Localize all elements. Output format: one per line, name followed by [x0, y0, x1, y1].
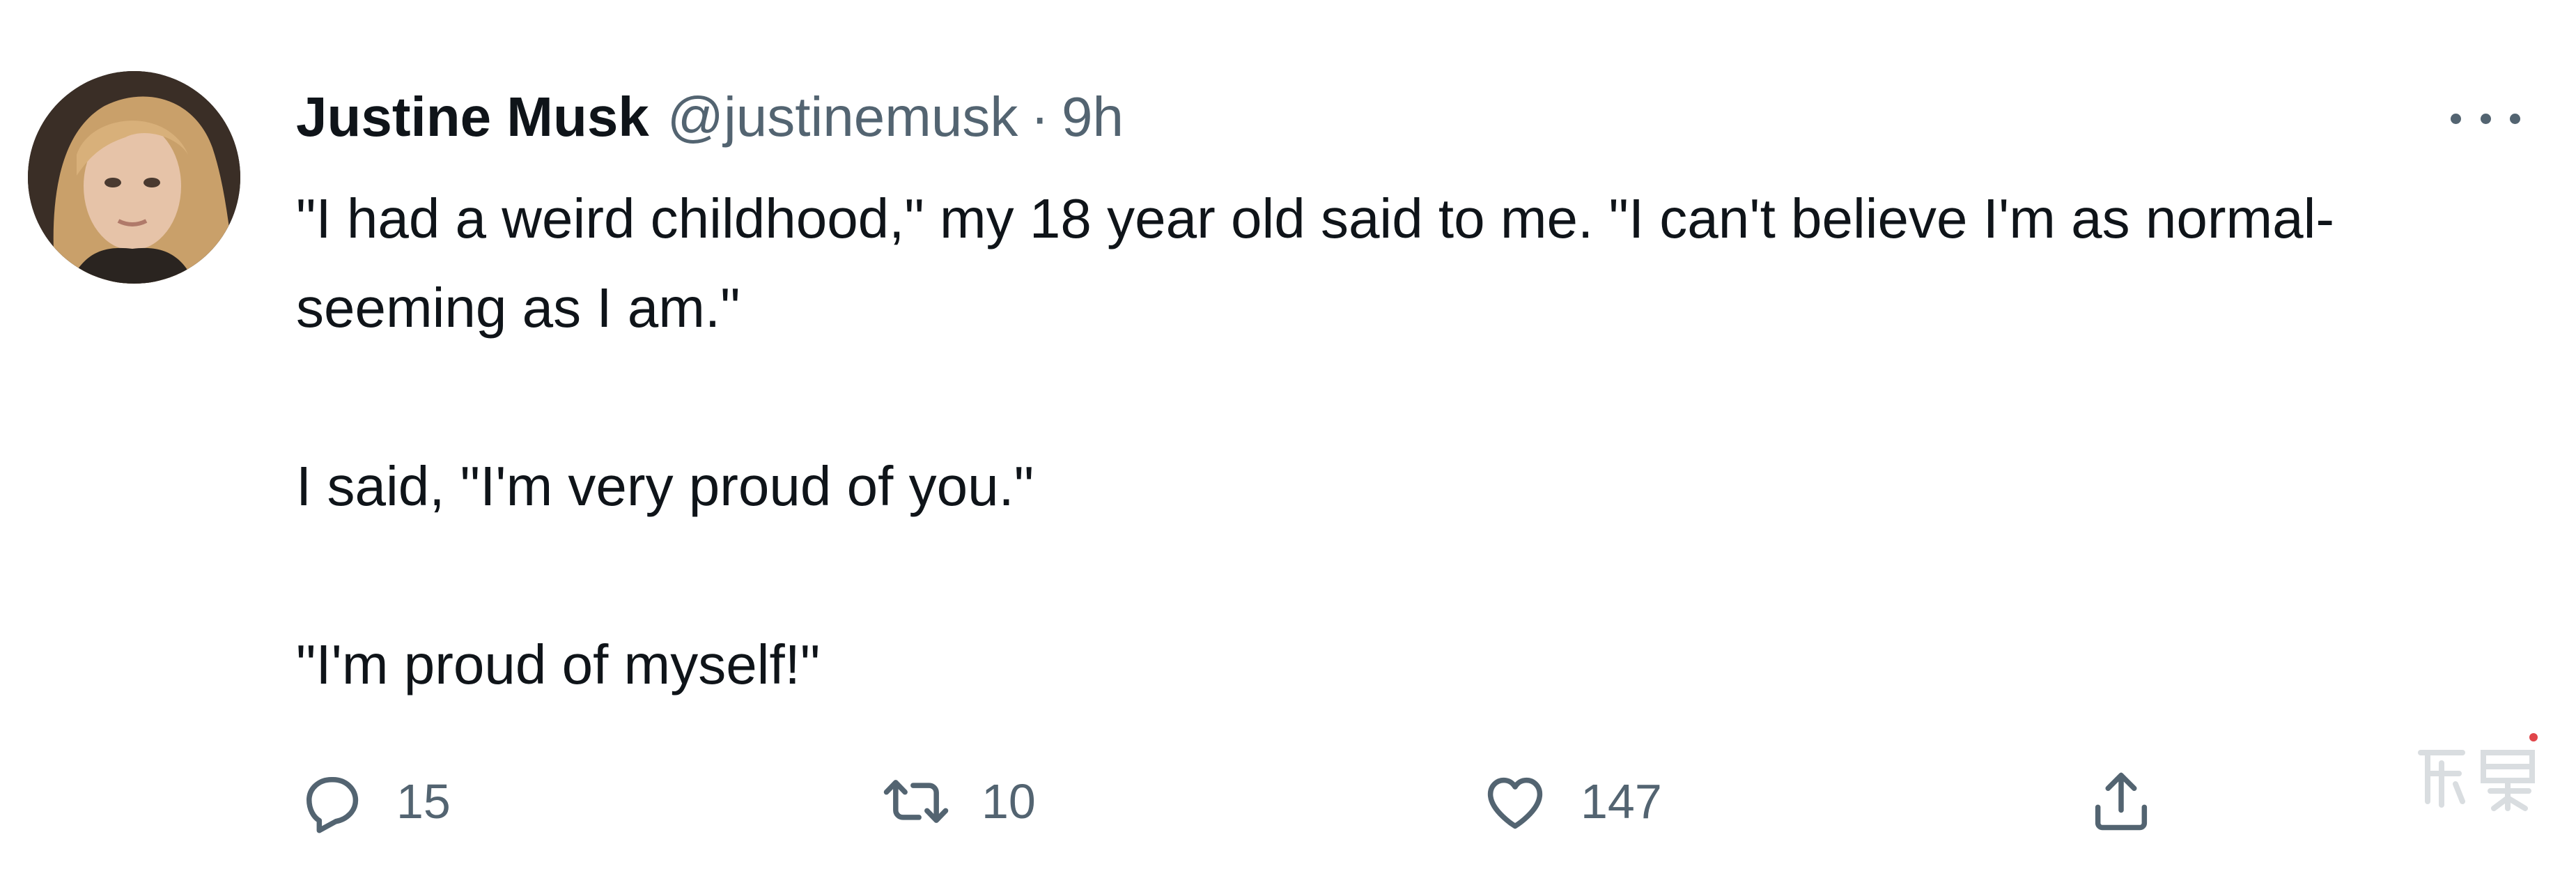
like-button[interactable]: 147	[1480, 760, 1662, 843]
reply-button[interactable]: 15	[296, 760, 451, 843]
retweet-count: 10	[981, 774, 1036, 829]
reply-icon	[296, 767, 366, 836]
tweet-paragraph-3: "I'm proud of myself!"	[296, 633, 821, 695]
more-dot	[2510, 113, 2520, 124]
tweet-header: Justine Musk @justinemusk · 9h	[296, 75, 1124, 159]
tweet-actions: 15 10 147	[0, 760, 2576, 843]
like-count: 147	[1581, 774, 1662, 829]
tweet-paragraph-2: I said, "I'm very proud of you."	[296, 455, 1034, 517]
share-button[interactable]	[2086, 760, 2156, 843]
avatar[interactable]	[28, 71, 240, 284]
tweet-timestamp[interactable]: 9h	[1062, 75, 1124, 159]
heart-icon	[1480, 767, 1550, 836]
share-icon	[2086, 767, 2156, 836]
author-display-name[interactable]: Justine Musk	[296, 75, 649, 159]
more-dot	[2480, 113, 2491, 124]
tweet-card: Justine Musk @justinemusk · 9h "I had a …	[0, 0, 2576, 892]
retweet-icon	[881, 767, 951, 836]
author-handle[interactable]: @justinemusk	[667, 75, 1018, 159]
more-dot	[2451, 113, 2461, 124]
tweet-paragraph-1: "I had a weird childhood," my 18 year ol…	[296, 187, 2335, 339]
retweet-button[interactable]: 10	[881, 760, 1036, 843]
avatar-image	[28, 71, 240, 284]
tweet-text: "I had a weird childhood," my 18 year ol…	[296, 174, 2525, 709]
reply-count: 15	[396, 774, 451, 829]
more-horizontal-icon[interactable]	[2451, 105, 2520, 132]
watermark-logo	[2407, 725, 2546, 822]
header-separator: ·	[1030, 86, 1050, 148]
